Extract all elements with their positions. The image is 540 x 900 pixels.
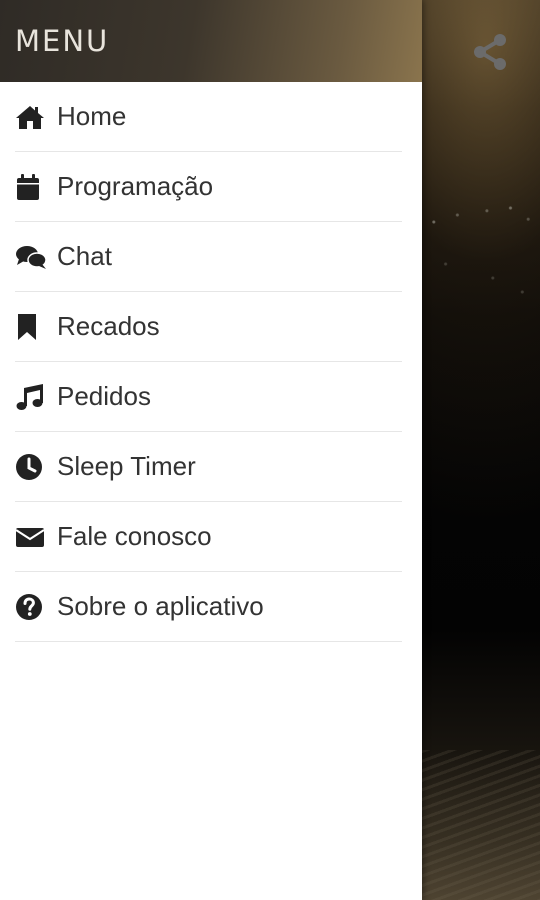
menu-item-label: Sobre o aplicativo (57, 591, 264, 621)
question-circle-icon (15, 593, 47, 621)
app-screen: MENU Home Programação Chat Recados Pedid… (0, 0, 540, 900)
menu-item-home[interactable]: Home (15, 82, 402, 152)
menu-item-label: Programação (57, 171, 214, 201)
clock-icon (15, 453, 47, 481)
menu-item-label: Pedidos (57, 381, 151, 411)
menu-item-recados[interactable]: Recados (15, 292, 402, 362)
menu-item-programacao[interactable]: Programação (15, 152, 402, 222)
music-icon (15, 383, 47, 411)
share-button[interactable] (468, 30, 512, 74)
share-icon (474, 34, 506, 70)
home-icon (15, 103, 47, 131)
menu-item-label: Home (57, 101, 127, 131)
menu-item-sleep-timer[interactable]: Sleep Timer (15, 432, 402, 502)
menu-item-label: Chat (57, 241, 112, 271)
background-stadium-lights (422, 180, 540, 320)
menu-item-pedidos[interactable]: Pedidos (15, 362, 402, 432)
menu-item-label: Recados (57, 311, 160, 341)
calendar-icon (15, 173, 47, 201)
drawer-title: MENU (15, 24, 110, 58)
menu-item-sobre[interactable]: Sobre o aplicativo (15, 572, 402, 642)
drawer-header: MENU (0, 0, 422, 82)
bookmark-icon (15, 313, 47, 341)
navigation-drawer: MENU Home Programação Chat Recados Pedid… (0, 0, 422, 900)
menu-item-fale-conosco[interactable]: Fale conosco (15, 502, 402, 572)
comments-icon (15, 243, 47, 271)
envelope-icon (15, 523, 47, 551)
menu-item-label: Fale conosco (57, 521, 212, 551)
background-stadium-floor (422, 750, 540, 900)
menu-list: Home Programação Chat Recados Pedidos Sl… (0, 82, 422, 642)
menu-item-chat[interactable]: Chat (15, 222, 402, 292)
menu-item-label: Sleep Timer (57, 451, 196, 481)
